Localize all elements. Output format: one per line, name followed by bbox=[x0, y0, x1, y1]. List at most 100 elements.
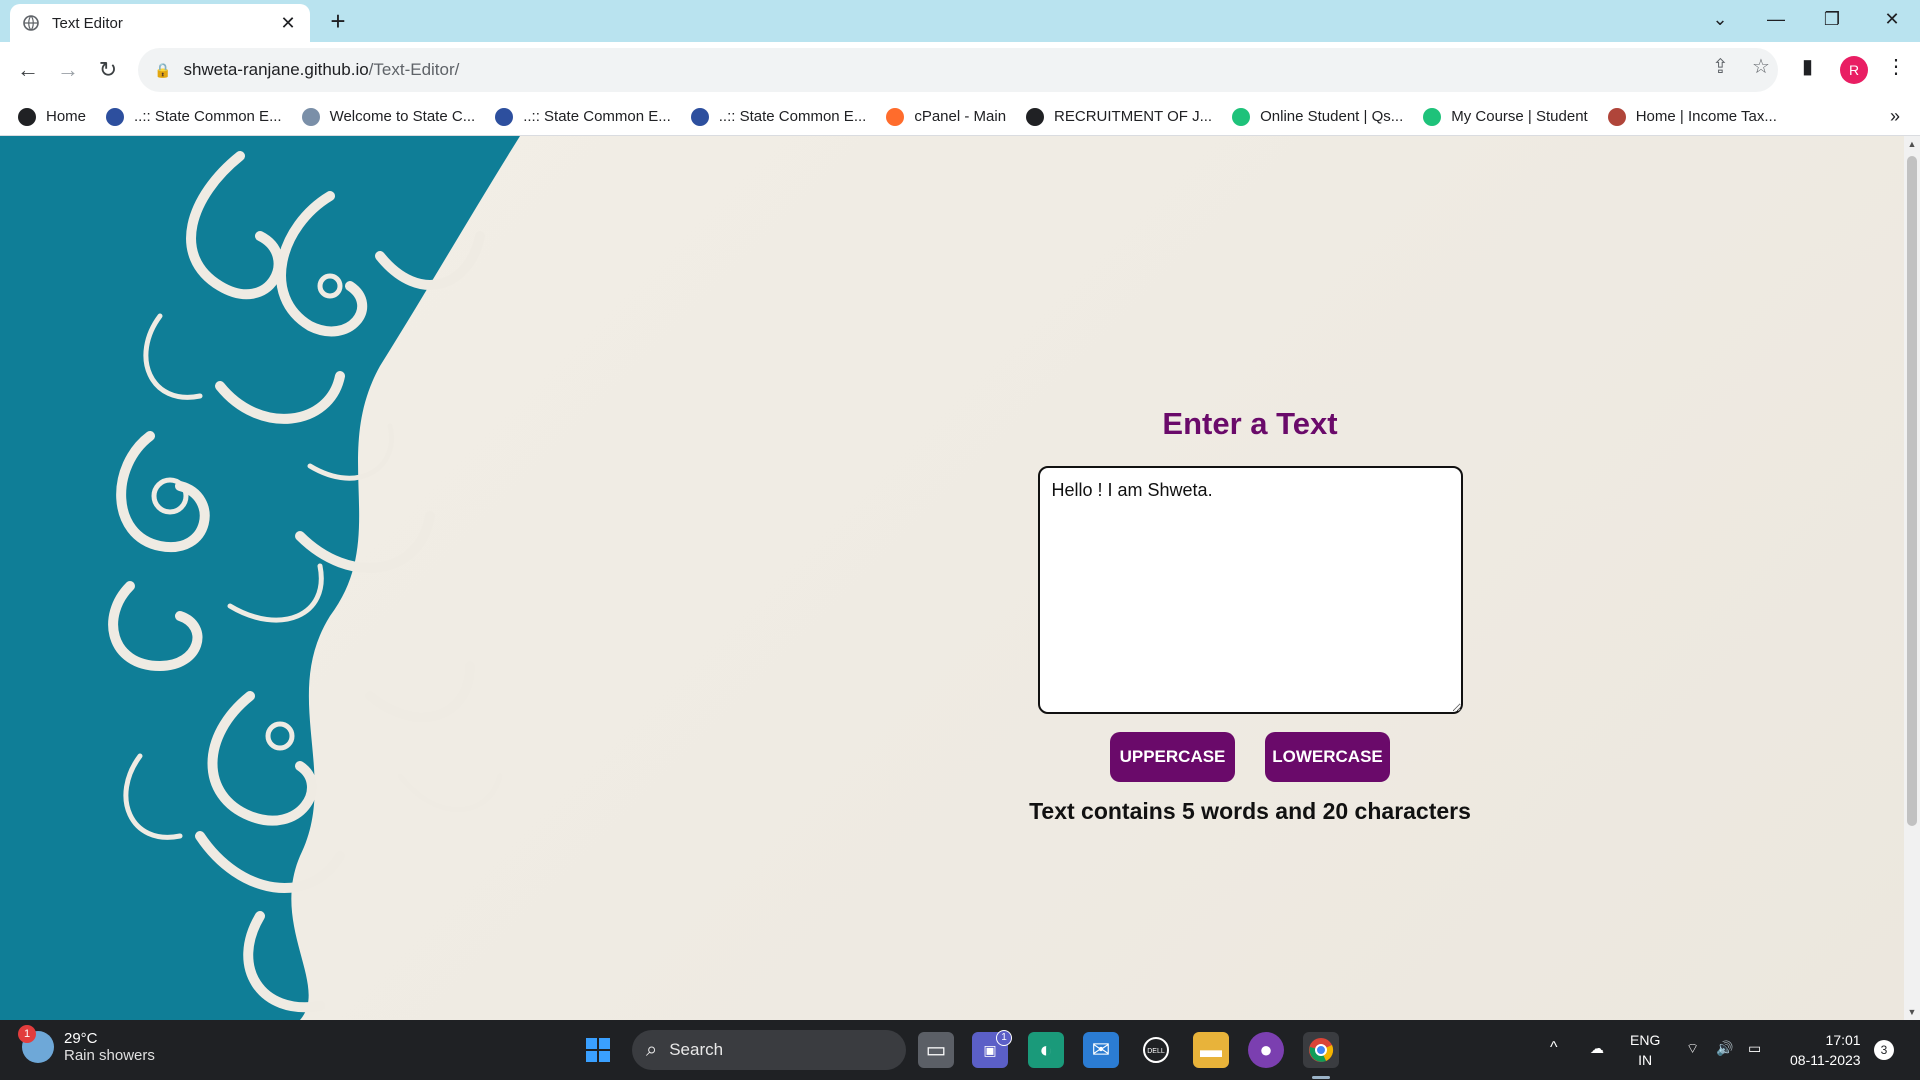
notification-count-badge[interactable]: 3 bbox=[1874, 1040, 1894, 1060]
github-desktop-icon[interactable]: ● bbox=[1248, 1032, 1284, 1068]
volume-icon[interactable]: 🔊 bbox=[1716, 1038, 1733, 1058]
globe-icon bbox=[1026, 107, 1045, 126]
address-bar[interactable]: 🔒 shweta-ranjane.github.io /Text-Editor/ bbox=[138, 48, 1778, 92]
scroll-thumb[interactable] bbox=[1907, 156, 1917, 826]
action-buttons: UPPERCASE LOWERCASE bbox=[1000, 732, 1500, 782]
qspiders-icon bbox=[1232, 107, 1251, 126]
file-explorer-icon[interactable]: ▬ bbox=[1193, 1032, 1229, 1068]
clock[interactable]: 17:01 08-11-2023 bbox=[1790, 1030, 1861, 1070]
new-tab-button[interactable]: + bbox=[323, 6, 353, 36]
page-viewport: Enter a Text Hello ! I am Shweta. UPPERC… bbox=[0, 136, 1904, 1020]
bookmark-item[interactable]: ..:: State Common E... bbox=[106, 107, 282, 126]
bookmark-label: Welcome to State C... bbox=[329, 108, 476, 125]
profile-avatar[interactable]: R bbox=[1840, 56, 1868, 84]
menu-kebab-icon[interactable]: ⋮ bbox=[1886, 54, 1906, 79]
qspiders-icon bbox=[1423, 107, 1442, 126]
bookmark-item[interactable]: cPanel - Main bbox=[886, 107, 1007, 126]
minimize-button[interactable]: — bbox=[1748, 0, 1804, 38]
dell-icon[interactable]: DELL bbox=[1138, 1032, 1174, 1068]
decorative-swirl-background bbox=[0, 136, 520, 1020]
bookmark-item[interactable]: ..:: State Common E... bbox=[690, 107, 867, 126]
wifi-icon[interactable]: ⌔ bbox=[1686, 1038, 1699, 1058]
text-summary: Text contains 5 words and 20 characters bbox=[1029, 798, 1471, 824]
weather-condition: Rain showers bbox=[64, 1047, 155, 1064]
scroll-down-arrow-icon[interactable]: ▼ bbox=[1904, 1004, 1920, 1020]
task-view-icon[interactable]: ▭ bbox=[918, 1032, 954, 1068]
weather-widget[interactable]: 1 29°C Rain showers bbox=[18, 1025, 155, 1064]
tab-search-chevron-icon[interactable]: ⌄ bbox=[1692, 0, 1748, 38]
share-icon[interactable]: ⇪ bbox=[1712, 54, 1729, 79]
bookmark-item[interactable]: Online Student | Qs... bbox=[1232, 107, 1404, 126]
restore-button[interactable]: ❐ bbox=[1804, 0, 1860, 38]
text-input-area[interactable]: Hello ! I am Shweta. bbox=[1037, 466, 1463, 714]
region-code: IN bbox=[1638, 1052, 1653, 1068]
bookmark-label: Home bbox=[46, 108, 87, 125]
url-host: shweta-ranjane.github.io bbox=[183, 60, 369, 79]
bookmark-label: ..:: State Common E... bbox=[134, 108, 282, 125]
language-indicator[interactable]: ENG IN bbox=[1630, 1030, 1660, 1070]
bookmark-label: ..:: State Common E... bbox=[718, 108, 867, 125]
bookmark-item[interactable]: My Course | Student bbox=[1423, 107, 1588, 126]
incometax-icon bbox=[1607, 107, 1626, 126]
text-editor-panel: Enter a Text Hello ! I am Shweta. UPPERC… bbox=[1000, 406, 1500, 825]
page-title: Enter a Text bbox=[1162, 406, 1338, 441]
scroll-up-arrow-icon[interactable]: ▲ bbox=[1904, 136, 1920, 152]
windows-taskbar: 1 29°C Rain showers ⌕ Search ▭ ▣ 1 ◐ ✉ D… bbox=[0, 1020, 1920, 1080]
bookmark-label: ..:: State Common E... bbox=[523, 108, 671, 125]
bookmark-label: Online Student | Qs... bbox=[1260, 108, 1404, 125]
cet-logo-icon bbox=[495, 107, 514, 126]
bookmark-label: My Course | Student bbox=[1451, 108, 1588, 125]
forward-arrow-icon[interactable]: → bbox=[50, 52, 86, 88]
edge-browser-icon[interactable]: ◐ bbox=[1028, 1032, 1064, 1068]
bookmarks-bar: Home ..:: State Common E... Welcome to Sta… bbox=[0, 98, 1920, 136]
reload-icon[interactable]: ↻ bbox=[90, 52, 126, 88]
bookmark-label: RECRUITMENT OF J... bbox=[1054, 108, 1213, 125]
more-bookmarks-chevron-icon[interactable]: » bbox=[1890, 106, 1900, 127]
back-arrow-icon[interactable]: ← bbox=[10, 52, 46, 88]
tab-title: Text Editor bbox=[52, 14, 123, 32]
cpanel-icon bbox=[886, 107, 905, 126]
language-code: ENG bbox=[1630, 1032, 1661, 1048]
clock-time: 17:01 bbox=[1825, 1032, 1861, 1048]
taskbar-search-box[interactable]: ⌕ Search bbox=[632, 1030, 906, 1070]
onedrive-icon[interactable]: ☁ bbox=[1590, 1038, 1604, 1058]
tab-text-editor[interactable]: Text Editor ✕ bbox=[10, 4, 310, 42]
bookmark-item[interactable]: Welcome to State C... bbox=[301, 107, 476, 126]
rain-cloud-icon: 1 bbox=[18, 1025, 54, 1063]
url-path: /Text-Editor/ bbox=[368, 60, 460, 79]
search-icon: ⌕ bbox=[646, 1038, 658, 1061]
cet-logo-icon bbox=[690, 107, 709, 126]
bookmark-item[interactable]: RECRUITMENT OF J... bbox=[1026, 107, 1213, 126]
side-panel-icon[interactable]: ▮ bbox=[1802, 54, 1813, 79]
globe-icon bbox=[18, 107, 36, 126]
teams-badge: 1 bbox=[996, 1030, 1012, 1046]
bookmark-item[interactable]: Home | Income Tax... bbox=[1607, 107, 1777, 126]
weather-badge: 1 bbox=[18, 1025, 36, 1043]
bookmark-item[interactable]: ..:: State Common E... bbox=[495, 107, 671, 126]
browser-toolbar: ← → ↻ 🔒 shweta-ranjane.github.io /Text-E… bbox=[0, 42, 1920, 98]
globe-icon bbox=[22, 14, 40, 32]
weather-temp: 29°C bbox=[64, 1030, 98, 1047]
browser-tab-bar: Text Editor ✕ + ⌄ — ❐ ✕ bbox=[0, 0, 1920, 42]
close-window-button[interactable]: ✕ bbox=[1864, 0, 1920, 38]
show-hidden-icons-chevron-icon[interactable]: ^ bbox=[1550, 1038, 1558, 1058]
active-app-indicator bbox=[1312, 1076, 1330, 1079]
windows-start-icon[interactable] bbox=[580, 1032, 616, 1068]
lowercase-button[interactable]: LOWERCASE bbox=[1265, 732, 1390, 782]
bookmark-label: cPanel - Main bbox=[914, 108, 1007, 125]
cet-logo-icon bbox=[106, 107, 125, 126]
page-scrollbar[interactable]: ▲ ▼ bbox=[1904, 136, 1920, 1020]
chrome-icon[interactable] bbox=[1303, 1032, 1339, 1068]
bookmark-item[interactable]: Home bbox=[18, 107, 87, 126]
bookmark-label: Home | Income Tax... bbox=[1635, 108, 1777, 125]
page-icon bbox=[301, 107, 320, 126]
close-tab-icon[interactable]: ✕ bbox=[278, 13, 298, 34]
clock-date: 08-11-2023 bbox=[1790, 1052, 1861, 1068]
svg-text:DELL: DELL bbox=[1147, 1048, 1165, 1055]
lock-icon: 🔒 bbox=[154, 61, 172, 78]
uppercase-button[interactable]: UPPERCASE bbox=[1110, 732, 1235, 782]
mail-icon[interactable]: ✉ bbox=[1083, 1032, 1119, 1068]
bookmark-star-icon[interactable]: ☆ bbox=[1752, 54, 1770, 79]
battery-icon[interactable]: ▭ bbox=[1748, 1038, 1761, 1058]
search-label: Search bbox=[669, 1040, 724, 1059]
